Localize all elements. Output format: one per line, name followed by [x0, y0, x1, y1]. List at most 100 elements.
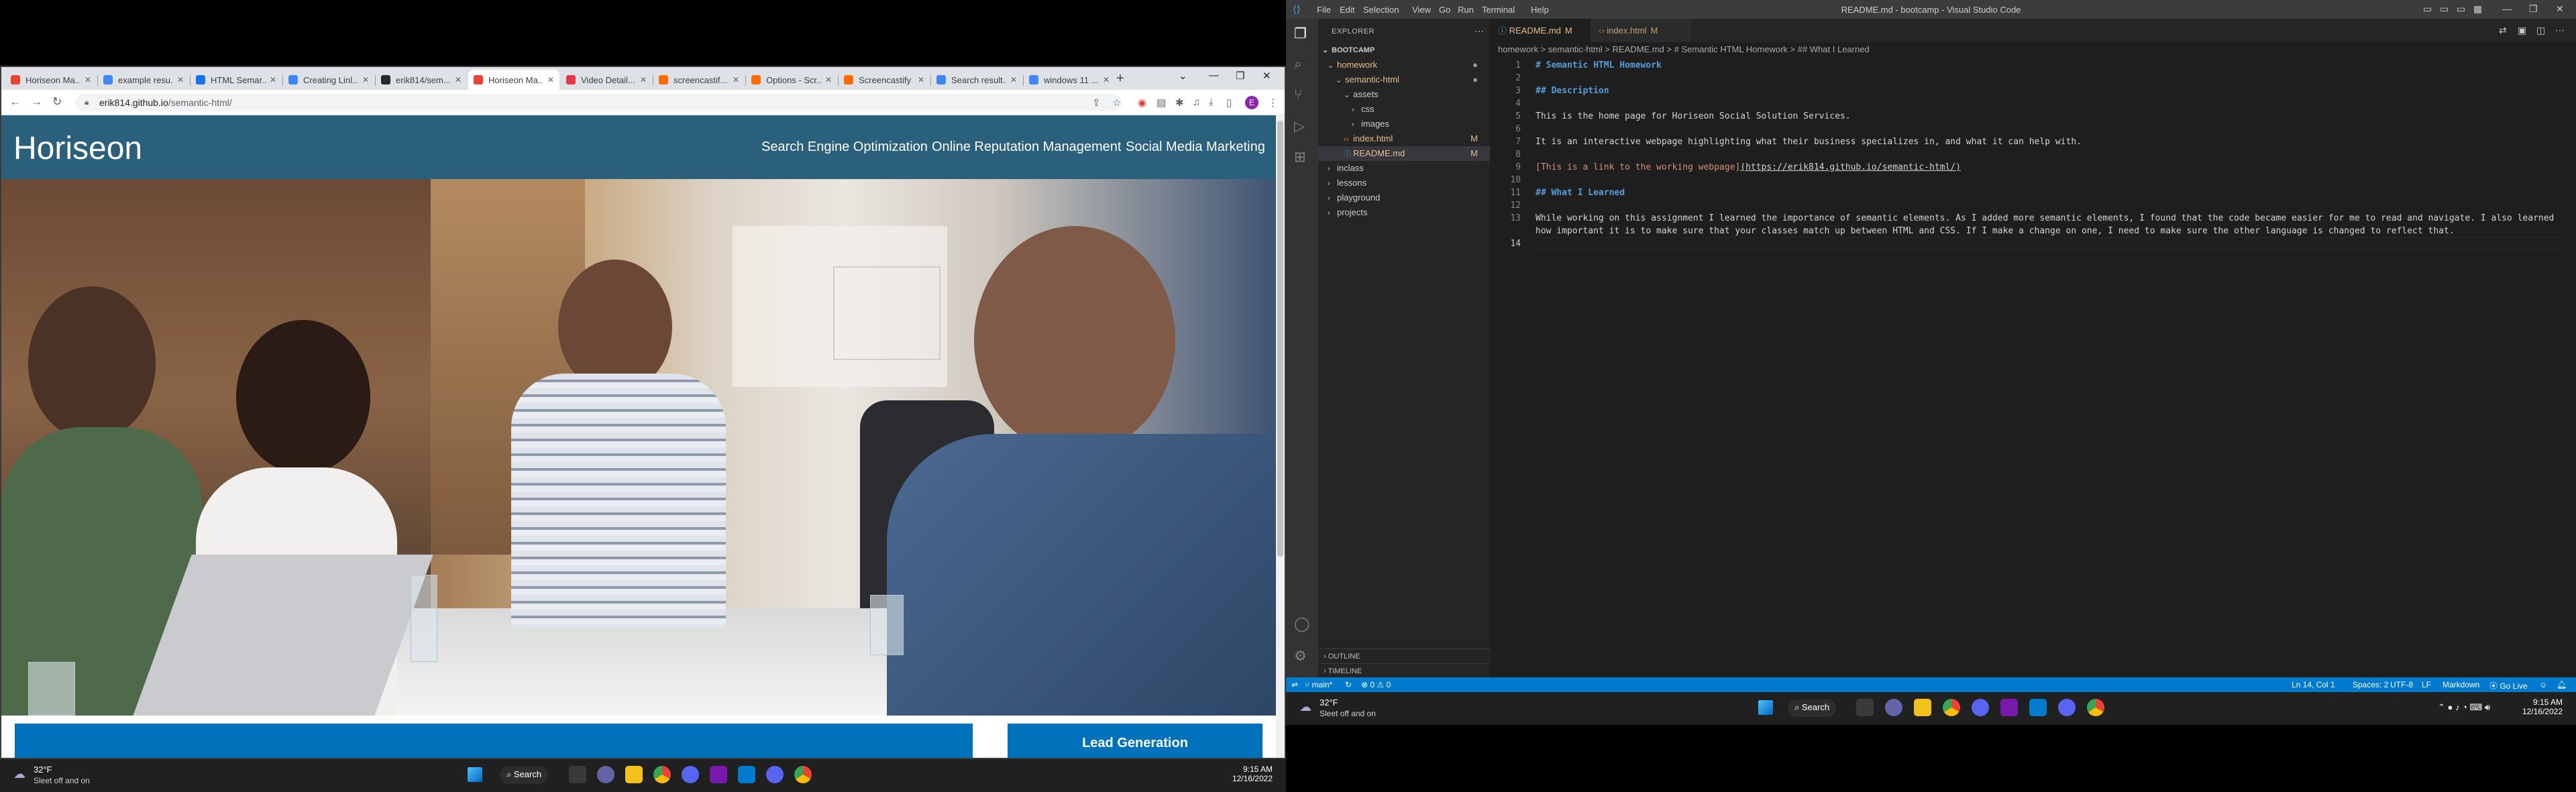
- site-logo[interactable]: Horiseon: [13, 130, 142, 167]
- gear-icon[interactable]: ⚙: [1294, 648, 1307, 665]
- task-view-icon[interactable]: [569, 766, 586, 783]
- profile-avatar[interactable]: E: [1245, 96, 1258, 109]
- close-tab-icon[interactable]: ✕: [640, 75, 647, 84]
- browser-tab[interactable]: Horiseon Ma... ✕: [468, 70, 559, 90]
- workspace-root[interactable]: ⌄ BOOTCAMP: [1322, 43, 1375, 58]
- media-icon[interactable]: ♫: [1193, 97, 1200, 108]
- code-line[interactable]: 8: [1490, 148, 2563, 161]
- folder-item[interactable]: › lessons: [1318, 176, 1490, 190]
- weather-temp[interactable]: 32°F: [1320, 697, 1338, 708]
- code-line[interactable]: 4: [1490, 97, 2563, 110]
- code-line[interactable]: 13 While working on this assignment I lea…: [1490, 212, 2563, 225]
- layout-icon-3[interactable]: ▭: [2457, 3, 2465, 15]
- close-tab-icon[interactable]: ✕: [1010, 75, 1017, 84]
- chrome-profile-taskbar-icon[interactable]: [794, 766, 812, 783]
- git-branch[interactable]: ⑂ main*: [1305, 680, 1332, 689]
- code-line[interactable]: 1 # Semantic HTML Homework: [1490, 59, 2563, 72]
- run-debug-icon[interactable]: ▷: [1294, 118, 1305, 135]
- problems-indicator[interactable]: ⊗ 0 ⚠ 0: [1361, 680, 1391, 689]
- search-icon[interactable]: ⌕: [1294, 56, 1302, 72]
- taskbar-search[interactable]: ⌕ Search: [1788, 699, 1837, 717]
- explorer-icon[interactable]: ❐: [1294, 25, 1307, 42]
- code-line[interactable]: 10: [1490, 174, 2563, 186]
- indentation[interactable]: Spaces: 2: [2353, 680, 2388, 689]
- tab-readme[interactable]: ⓘ README.md M: [1490, 19, 1591, 42]
- close-window-button[interactable]: ✕: [2556, 3, 2564, 15]
- cursor-position[interactable]: Ln 14, Col 1: [2292, 680, 2335, 689]
- discord-icon[interactable]: [2058, 699, 2076, 716]
- clock[interactable]: 9:15 AM 12/16/2022: [2522, 697, 2563, 716]
- chrome-profile-taskbar-icon[interactable]: [2087, 699, 2104, 716]
- timeline-section[interactable]: › TIMELINE: [1318, 663, 1490, 678]
- weather-desc[interactable]: Sleet off and on: [1320, 709, 1376, 718]
- chrome-taskbar-icon[interactable]: [1943, 699, 1960, 716]
- close-tab-icon[interactable]: ✕: [270, 75, 276, 84]
- breadcrumb[interactable]: homework > semantic-html > README.md > #…: [1498, 44, 1870, 59]
- restore-button[interactable]: ❐: [1236, 70, 1244, 82]
- browser-tab[interactable]: HTML Semar... ✕: [191, 70, 282, 90]
- folder-item[interactable]: ⌄ homework ●: [1318, 58, 1490, 72]
- browser-tab[interactable]: Video Detail... ✕: [561, 70, 652, 90]
- close-tab-icon[interactable]: ✕: [547, 75, 554, 84]
- minimize-button[interactable]: —: [2502, 3, 2512, 14]
- file-explorer-icon[interactable]: [1914, 699, 1931, 716]
- code-line[interactable]: 9 [This is a link to the working webpage]…: [1490, 161, 2563, 174]
- close-tab-icon[interactable]: ✕: [362, 75, 369, 84]
- code-line[interactable]: 2: [1490, 72, 2563, 84]
- minimize-button[interactable]: —: [1209, 70, 1219, 81]
- close-tab-icon[interactable]: ✕: [455, 75, 462, 84]
- browser-tab[interactable]: Search result... ✕: [931, 70, 1022, 90]
- teams-icon[interactable]: [597, 766, 614, 783]
- close-window-button[interactable]: ✕: [1263, 70, 1271, 82]
- encoding[interactable]: UTF-8: [2390, 680, 2413, 689]
- vscode-taskbar-icon[interactable]: [738, 766, 755, 783]
- line-ending[interactable]: LF: [2422, 680, 2431, 689]
- extension-icon[interactable]: ▤: [1157, 97, 1166, 109]
- new-tab-button[interactable]: +: [1116, 71, 1124, 87]
- weather-icon[interactable]: ☁︎: [13, 767, 25, 781]
- folder-item[interactable]: › css: [1318, 102, 1490, 117]
- markdown-link-url[interactable]: (https://erik814.github.io/semantic-html…: [1740, 162, 1961, 172]
- browser-tab[interactable]: Creating Linl... ✕: [283, 70, 374, 90]
- close-tab-icon[interactable]: ✕: [918, 75, 924, 84]
- browser-tab[interactable]: windows 11 ... ✕: [1024, 70, 1115, 90]
- go-live-button[interactable]: ⦿ Go Live: [2489, 680, 2528, 691]
- screencast-taskbar-icon[interactable]: [1972, 699, 1989, 716]
- chrome-taskbar-icon[interactable]: [653, 766, 671, 783]
- browser-tab[interactable]: Horiseon Ma... ✕: [5, 70, 97, 90]
- sync-icon[interactable]: ↻: [1345, 680, 1352, 689]
- close-tab-icon[interactable]: ✕: [85, 75, 91, 84]
- source-control-icon[interactable]: ⑂: [1294, 87, 1303, 103]
- task-view-icon[interactable]: [1856, 699, 1874, 716]
- more-actions-icon[interactable]: ⋯: [1474, 25, 1484, 37]
- clock[interactable]: 9:15 AM 12/16/2022: [1232, 765, 1273, 783]
- taskbar-search[interactable]: ⌕ Search: [500, 767, 549, 784]
- browser-tab[interactable]: Options - Scr... ✕: [746, 70, 837, 90]
- download-icon[interactable]: ⤓: [1209, 97, 1214, 108]
- extensions-icon[interactable]: ⊞: [1294, 149, 1306, 166]
- forward-icon[interactable]: →: [31, 95, 42, 109]
- code-line[interactable]: 11 ## What I Learned: [1490, 186, 2563, 199]
- share-icon[interactable]: ⇪: [1092, 97, 1101, 109]
- screencast-taskbar-icon[interactable]: [682, 766, 699, 783]
- code-line[interactable]: how important it is to make sure that yo…: [1490, 225, 2563, 237]
- browser-tab[interactable]: Screencastify ✕: [839, 70, 930, 90]
- close-tab-icon[interactable]: ✕: [1103, 75, 1110, 84]
- address-bar[interactable]: 🔒︎ erik814.github.io/semantic-html/: [75, 94, 1122, 111]
- code-editor[interactable]: 1 # Semantic HTML Homework 2 3 ## Descriptio…: [1490, 59, 2563, 663]
- code-line[interactable]: 3 ## Description: [1490, 84, 2563, 97]
- puzzle-icon[interactable]: ✱: [1175, 97, 1184, 109]
- code-line[interactable]: 7 It is an interactive webpage highlighti…: [1490, 135, 2563, 148]
- split-editor-icon[interactable]: ◫: [2536, 25, 2545, 36]
- folder-item[interactable]: › projects: [1318, 205, 1490, 220]
- file-item[interactable]: ‹› index.html M: [1318, 131, 1490, 146]
- back-icon[interactable]: ←: [9, 95, 21, 109]
- tab-index-html[interactable]: ‹› index.html M: [1591, 19, 1691, 42]
- discord-icon[interactable]: [766, 766, 784, 783]
- open-changes-icon[interactable]: ⇄: [2499, 25, 2507, 36]
- weather-temp[interactable]: 32°F: [34, 765, 52, 775]
- language-mode[interactable]: Markdown: [2443, 680, 2479, 689]
- more-actions-icon[interactable]: ⋯: [2555, 25, 2565, 36]
- sidepanel-icon[interactable]: ▯: [1226, 97, 1232, 109]
- folder-item[interactable]: › playground: [1318, 190, 1490, 205]
